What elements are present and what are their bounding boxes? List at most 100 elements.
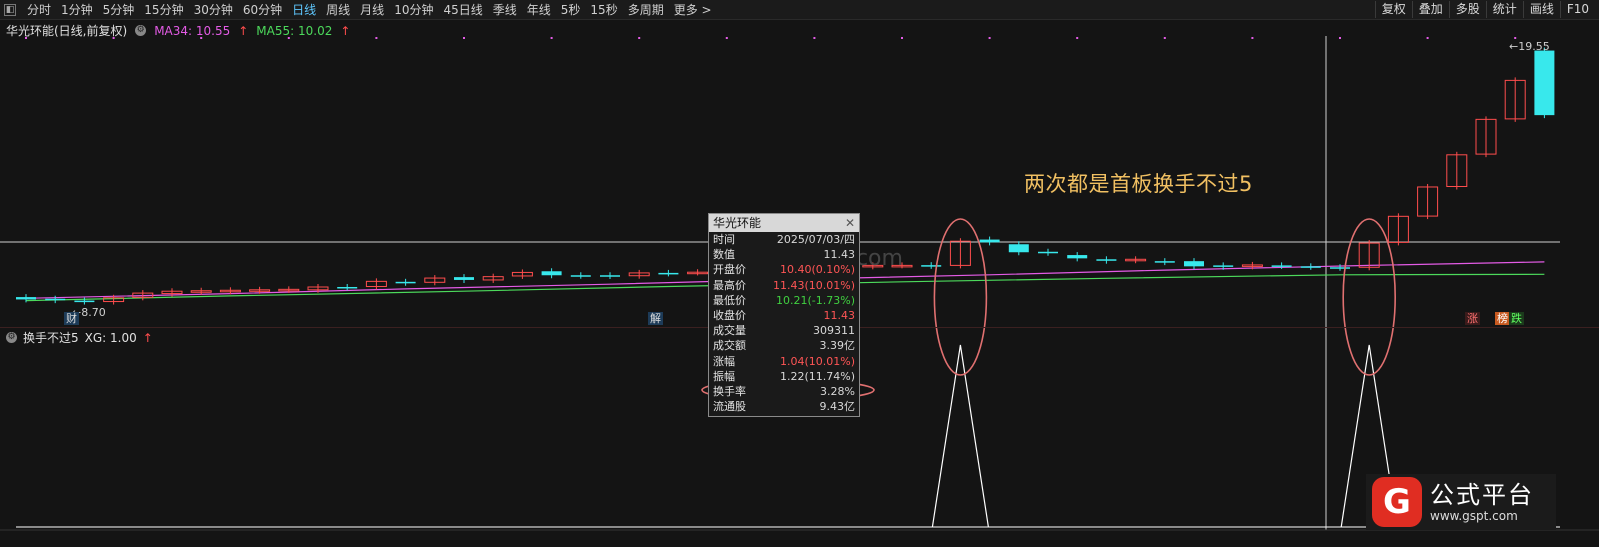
candle-down	[979, 239, 1000, 243]
candle-down	[1300, 266, 1321, 268]
candle-down	[1038, 251, 1058, 254]
info-key: 成交额	[713, 339, 746, 353]
top-marker-dot	[901, 37, 903, 39]
settings-icon[interactable]: ⚙	[135, 25, 147, 36]
site-logo: G 公式平台 www.gspt.com	[1366, 474, 1556, 530]
info-key: 振幅	[713, 369, 735, 383]
info-row: 成交量 309311	[709, 323, 859, 338]
dragon-tiger-tag[interactable]: 榜	[1495, 312, 1510, 325]
top-marker-dot	[463, 37, 465, 39]
top-marker-dot	[1339, 37, 1341, 39]
candle-down	[337, 286, 358, 289]
xg-label: XG: 1.00	[84, 330, 137, 345]
indicator-signal-peak	[931, 344, 989, 528]
top-marker-dot	[1514, 37, 1517, 39]
indicator-pane-header: ⚙ 换手不过5 XG: 1.00 ↑	[6, 329, 153, 346]
ma34-label: MA34: 10.55	[154, 23, 231, 38]
info-value: 1.04(10.01%)	[779, 354, 855, 368]
top-marker-dot	[1163, 37, 1166, 39]
info-window-title[interactable]: 华光环能 ✕	[709, 214, 859, 232]
top-marker-dot	[638, 37, 641, 39]
ma34-up-arrow-icon: ↑	[238, 23, 249, 38]
info-value: 11.43	[823, 248, 856, 262]
xg-up-arrow-icon: ↑	[142, 330, 153, 345]
info-value: 9.43亿	[819, 400, 856, 414]
candle-down	[1067, 255, 1088, 259]
candle-down	[921, 265, 942, 267]
top-marker-dot	[988, 37, 991, 39]
candle-down	[1096, 259, 1117, 261]
info-row: 收盘价 11.43	[709, 308, 859, 323]
info-title-text: 华光环能	[713, 216, 762, 230]
quote-info-window[interactable]: 华光环能 ✕ 时间 2025/07/03/四数值 11.43 开盘价 10.40(0.1…	[708, 213, 860, 417]
top-marker-dot	[725, 37, 728, 39]
candle-down	[658, 272, 679, 275]
logo-text: 公式平台 www.gspt.com	[1430, 481, 1534, 523]
top-marker-dot	[813, 37, 816, 39]
info-rows: 时间 2025/07/03/四数值 11.43 开盘价 10.40(0.10%) 最高价 1…	[709, 232, 859, 414]
info-key: 收盘价	[713, 309, 746, 323]
candle-down	[74, 300, 95, 303]
indicator-title: 换手不过5	[23, 331, 79, 345]
info-value: 11.43(10.01%)	[772, 278, 855, 292]
top-marker-dot	[375, 37, 378, 39]
info-row: 成交额 3.39亿	[709, 338, 859, 353]
info-value: 1.22(11.74%)	[779, 369, 855, 383]
candle-down	[1330, 267, 1350, 269]
info-row: 数值 11.43	[709, 247, 859, 262]
candle-down	[600, 275, 620, 277]
settings-icon[interactable]: ⚙	[6, 332, 17, 343]
info-value: 10.40(0.10%)	[779, 263, 855, 277]
close-icon[interactable]: ✕	[845, 214, 855, 232]
ma55-label: MA55: 10.02	[256, 23, 333, 38]
stock-name: 华光环能(日线,前复权)	[6, 24, 128, 38]
high-price-value: 19.55	[1518, 40, 1550, 53]
info-key: 换手率	[713, 385, 746, 399]
info-row: 最低价 10.21(-1.73%)	[709, 293, 859, 308]
info-value: 3.28%	[820, 385, 855, 399]
annotation-text: 两次都是首板换手不过5	[1024, 172, 1253, 196]
info-value: 11.43	[823, 309, 856, 323]
finance-tag[interactable]: 财	[64, 312, 79, 325]
limit-down-tag[interactable]: 跌	[1509, 312, 1524, 325]
info-row: 开盘价 10.40(0.10%)	[709, 262, 859, 277]
info-key: 数值	[713, 248, 735, 262]
info-key: 成交量	[713, 324, 746, 338]
candle-down	[1534, 50, 1555, 116]
candle-down	[1008, 244, 1029, 253]
info-row: 时间 2025/07/03/四	[709, 232, 859, 247]
limit-up-tag[interactable]: 涨	[1465, 312, 1480, 325]
info-row: 涨幅 1.04(10.01%)	[709, 354, 859, 369]
logo-url: www.gspt.com	[1430, 509, 1518, 523]
info-value: 3.39亿	[819, 339, 856, 353]
info-key: 最高价	[713, 278, 746, 292]
candle-down	[570, 275, 591, 277]
ma55-up-arrow-icon: ↑	[340, 23, 351, 38]
top-marker-dot	[1076, 37, 1079, 39]
info-row: 流通股 9.43亿	[709, 399, 859, 414]
high-arrow-icon: ←	[1509, 40, 1519, 53]
info-key: 流通股	[713, 400, 746, 414]
logo-g-icon: G	[1372, 477, 1422, 527]
high-price-label: ←19.55	[1509, 40, 1550, 53]
candle-down	[395, 281, 416, 284]
unlock-tag[interactable]: 解	[648, 312, 663, 325]
info-row: 最高价 11.43(10.01%)	[709, 278, 859, 293]
candle-down	[1184, 261, 1204, 267]
info-value: 309311	[813, 324, 855, 338]
info-key: 时间	[713, 233, 735, 246]
info-key: 涨幅	[713, 354, 735, 368]
candle-down	[1213, 265, 1234, 267]
info-key: 最低价	[713, 293, 746, 307]
candle-down	[541, 271, 562, 276]
top-marker-dot	[1251, 37, 1254, 39]
main-pane-header: 华光环能(日线,前复权) ⚙ MA34: 10.55 ↑ MA55: 10.02 ↑	[6, 22, 350, 39]
candle-down	[45, 298, 66, 301]
logo-name: 公式平台	[1430, 481, 1534, 509]
low-price-value: 8.70	[81, 306, 106, 319]
info-key: 开盘价	[713, 263, 746, 277]
info-value: 2025/07/03/四	[776, 233, 855, 246]
top-marker-dot	[1426, 37, 1429, 39]
info-value: 10.21(-1.73%)	[776, 293, 855, 307]
info-row: 振幅 1.22(11.74%)	[709, 369, 859, 384]
